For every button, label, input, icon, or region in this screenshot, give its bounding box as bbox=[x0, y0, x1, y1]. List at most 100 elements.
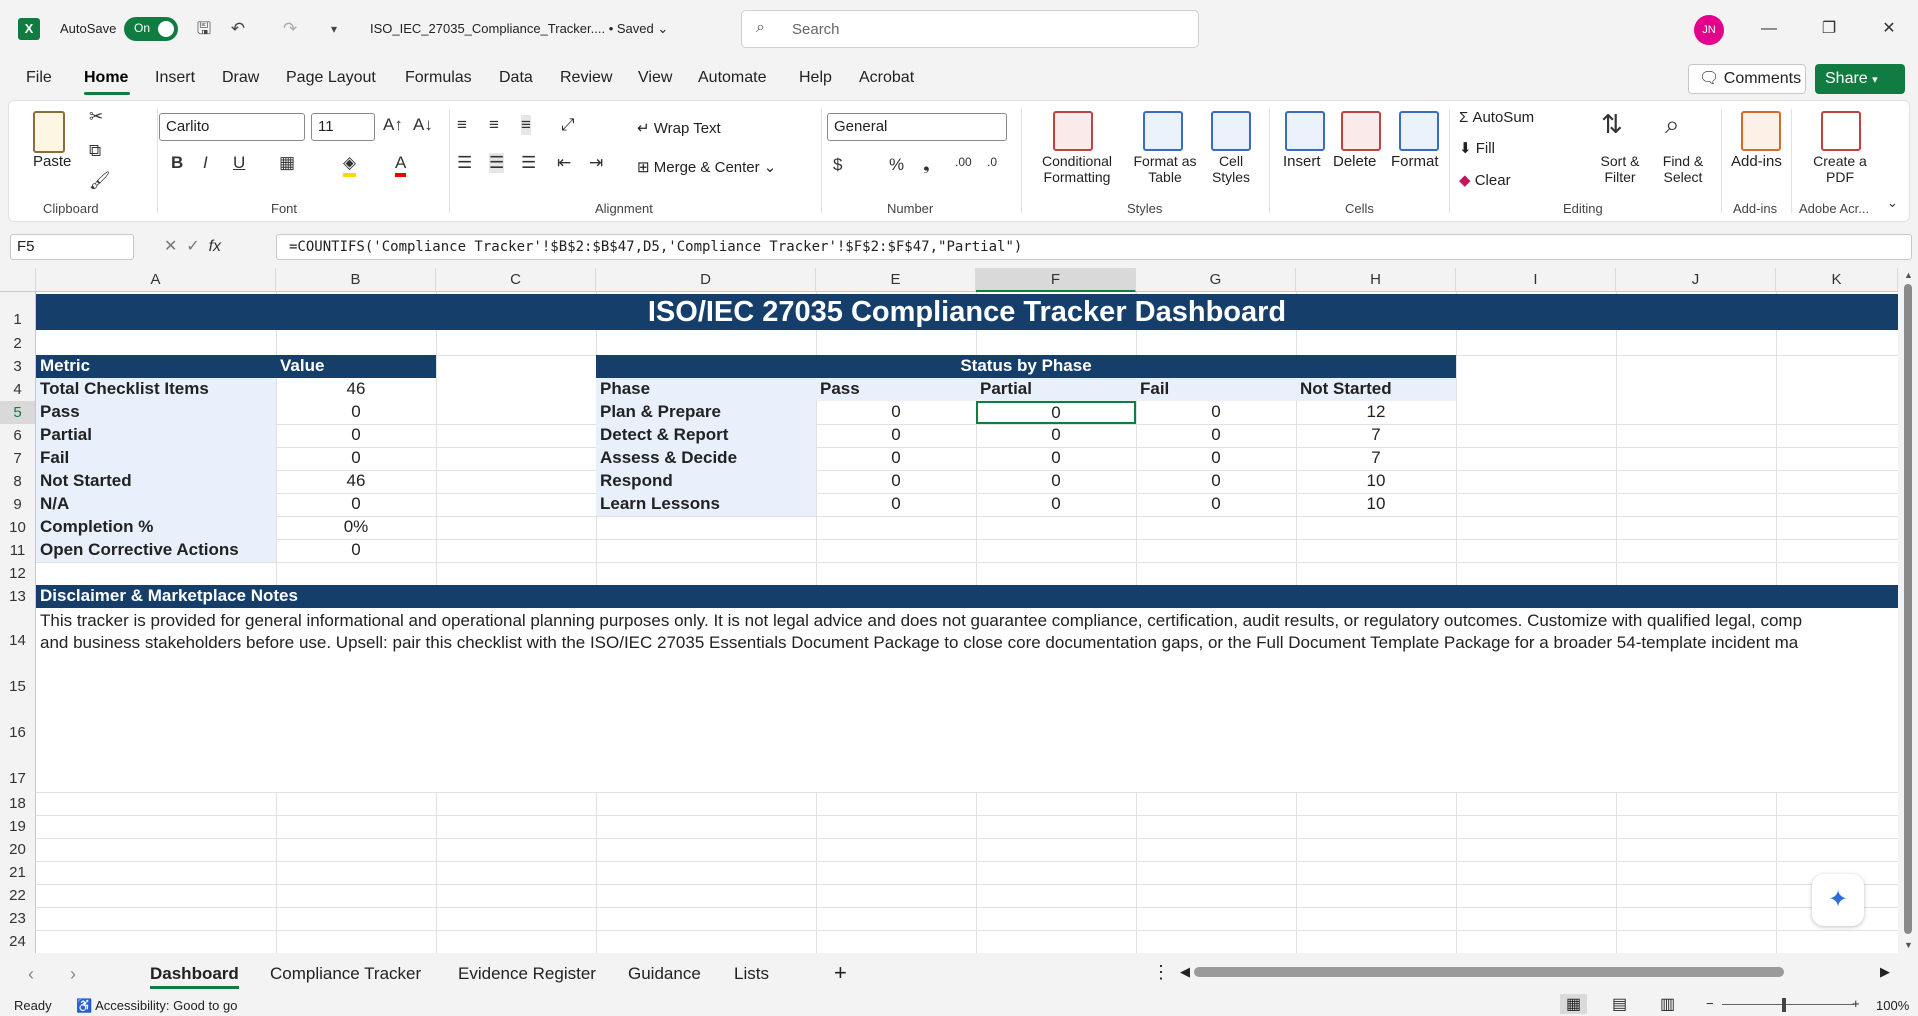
sort-filter-button[interactable]: Sort & Filter bbox=[1595, 153, 1645, 185]
copy-icon[interactable]: ⧉ bbox=[89, 141, 101, 161]
increase-indent-icon[interactable]: ⇥ bbox=[589, 153, 603, 173]
paste-button[interactable]: Paste bbox=[33, 153, 71, 170]
merge-center-button[interactable]: ⊞ Merge & Center ⌄ bbox=[637, 158, 776, 176]
row-header[interactable]: 21 bbox=[0, 861, 36, 884]
conditional-formatting-icon[interactable] bbox=[1053, 111, 1093, 151]
row-header[interactable]: 19 bbox=[0, 815, 36, 838]
sort-filter-icon[interactable]: ⇅ bbox=[1601, 109, 1623, 140]
name-box[interactable]: F5 bbox=[10, 234, 134, 260]
number-format-select[interactable]: General bbox=[827, 113, 1007, 141]
row-header[interactable]: 12 bbox=[0, 562, 36, 585]
row-header[interactable]: 10 bbox=[0, 516, 36, 539]
close-icon[interactable]: ✕ bbox=[1874, 16, 1904, 42]
sheet-tab-dashboard[interactable]: Dashboard bbox=[150, 964, 239, 989]
decrease-indent-icon[interactable]: ⇤ bbox=[557, 153, 571, 173]
restore-icon[interactable]: ❐ bbox=[1814, 16, 1844, 42]
zoom-out-icon[interactable]: − bbox=[1706, 996, 1714, 1011]
selected-cell[interactable]: 0 bbox=[976, 401, 1136, 424]
sheet-tab-evidence-register[interactable]: Evidence Register bbox=[458, 964, 596, 984]
spreadsheet-grid[interactable]: A B C D E F G H I J K 1 2 3 4 5 6 7 8 9 … bbox=[0, 268, 1898, 953]
vertical-scrollbar-track[interactable]: ▲ ▼ bbox=[1898, 268, 1918, 953]
user-avatar[interactable]: JN bbox=[1694, 15, 1724, 45]
row-header[interactable]: 4 bbox=[0, 378, 36, 401]
row-header[interactable]: 9 bbox=[0, 493, 36, 516]
zoom-slider-thumb[interactable] bbox=[1782, 998, 1786, 1012]
cancel-icon[interactable]: ✕ bbox=[164, 238, 177, 255]
collapse-ribbon-icon[interactable]: ⌄ bbox=[1887, 195, 1898, 211]
zoom-level[interactable]: 100% bbox=[1876, 998, 1909, 1013]
customize-toolbar-icon[interactable]: ▾ bbox=[322, 16, 346, 42]
row-header[interactable]: 20 bbox=[0, 838, 36, 861]
create-pdf-icon[interactable] bbox=[1821, 111, 1861, 151]
menu-page-layout[interactable]: Page Layout bbox=[286, 69, 376, 87]
cell-styles-icon[interactable] bbox=[1211, 111, 1251, 151]
row-header[interactable]: 15 bbox=[0, 654, 36, 700]
borders-icon[interactable]: ▦ bbox=[279, 153, 295, 173]
addins-icon[interactable] bbox=[1741, 111, 1781, 151]
column-header-selected[interactable]: F bbox=[976, 268, 1136, 292]
next-sheet-icon[interactable]: › bbox=[70, 964, 76, 985]
increase-font-icon[interactable]: A↑ bbox=[383, 115, 403, 135]
align-top-icon[interactable]: ≡ bbox=[457, 115, 467, 135]
increase-decimal-icon[interactable]: .00 bbox=[955, 155, 972, 169]
formula-input[interactable]: =COUNTIFS('Compliance Tracker'!$B$2:$B$4… bbox=[276, 234, 1912, 260]
format-cells-icon[interactable] bbox=[1399, 111, 1439, 151]
align-bottom-icon[interactable]: ≡ bbox=[521, 115, 531, 135]
row-header[interactable]: 6 bbox=[0, 424, 36, 447]
orientation-icon[interactable]: ⤢ bbox=[561, 115, 575, 135]
row-header[interactable]: 7 bbox=[0, 447, 36, 470]
column-header[interactable]: K bbox=[1776, 268, 1898, 292]
format-as-table-icon[interactable] bbox=[1143, 111, 1183, 151]
menu-formulas[interactable]: Formulas bbox=[405, 69, 472, 87]
cut-icon[interactable]: ✂ bbox=[89, 107, 103, 127]
fill-button[interactable]: ⬇ Fill bbox=[1459, 139, 1495, 157]
font-name-select[interactable]: Carlito bbox=[159, 113, 305, 141]
enter-icon[interactable]: ✓ bbox=[186, 238, 199, 255]
addins-button[interactable]: Add-ins bbox=[1731, 153, 1782, 170]
format-as-table-button[interactable]: Format as Table bbox=[1125, 153, 1205, 185]
conditional-formatting-button[interactable]: Conditional Formatting bbox=[1029, 153, 1125, 185]
autosave-toggle[interactable]: On bbox=[124, 17, 178, 41]
column-header[interactable]: D bbox=[596, 268, 816, 292]
scroll-down-icon[interactable]: ▼ bbox=[1904, 940, 1913, 950]
scroll-up-icon[interactable]: ▲ bbox=[1904, 270, 1913, 280]
menu-data[interactable]: Data bbox=[499, 69, 533, 87]
column-header[interactable]: I bbox=[1456, 268, 1616, 292]
font-color-icon[interactable]: A bbox=[395, 153, 407, 177]
row-header[interactable]: 1 bbox=[0, 292, 36, 332]
zoom-in-icon[interactable]: + bbox=[1852, 996, 1860, 1011]
font-size-select[interactable]: 11 bbox=[311, 113, 375, 141]
wrap-text-button[interactable]: ↵ Wrap Text bbox=[637, 119, 721, 137]
align-middle-icon[interactable]: ≡ bbox=[489, 115, 499, 135]
column-header[interactable]: G bbox=[1136, 268, 1296, 292]
clear-button[interactable]: ◆ Clear bbox=[1459, 171, 1511, 189]
decrease-decimal-icon[interactable]: .0 bbox=[987, 155, 997, 169]
column-header[interactable]: J bbox=[1616, 268, 1776, 292]
menu-insert[interactable]: Insert bbox=[155, 69, 195, 87]
row-header[interactable]: 13 bbox=[0, 585, 36, 608]
row-header[interactable]: 16 bbox=[0, 700, 36, 746]
row-header[interactable]: 22 bbox=[0, 884, 36, 907]
percent-icon[interactable]: % bbox=[889, 155, 904, 175]
add-sheet-icon[interactable]: + bbox=[834, 960, 847, 986]
delete-cells-icon[interactable] bbox=[1341, 111, 1381, 151]
fill-color-icon[interactable]: ◈ bbox=[343, 153, 357, 177]
menu-view[interactable]: View bbox=[638, 69, 672, 87]
sheet-tab-lists[interactable]: Lists bbox=[734, 964, 769, 984]
row-header[interactable]: 17 bbox=[0, 746, 36, 792]
format-cells-button[interactable]: Format bbox=[1391, 153, 1439, 170]
normal-view-icon[interactable]: ▦ bbox=[1560, 994, 1588, 1014]
row-header[interactable]: 23 bbox=[0, 907, 36, 930]
scroll-left-icon[interactable]: ◀ bbox=[1180, 964, 1190, 980]
menu-acrobat[interactable]: Acrobat bbox=[859, 69, 914, 87]
align-right-icon[interactable]: ☰ bbox=[521, 153, 536, 173]
row-header[interactable]: 14 bbox=[0, 608, 36, 654]
menu-home[interactable]: Home bbox=[84, 69, 128, 87]
scroll-right-icon[interactable]: ▶ bbox=[1880, 964, 1890, 980]
menu-file[interactable]: File bbox=[26, 69, 52, 87]
vertical-scrollbar-thumb[interactable] bbox=[1904, 284, 1912, 934]
page-break-view-icon[interactable]: ▥ bbox=[1660, 994, 1675, 1014]
insert-cells-icon[interactable] bbox=[1285, 111, 1325, 151]
create-pdf-button[interactable]: Create a PDF bbox=[1805, 153, 1875, 185]
insert-cells-button[interactable]: Insert bbox=[1283, 153, 1321, 170]
